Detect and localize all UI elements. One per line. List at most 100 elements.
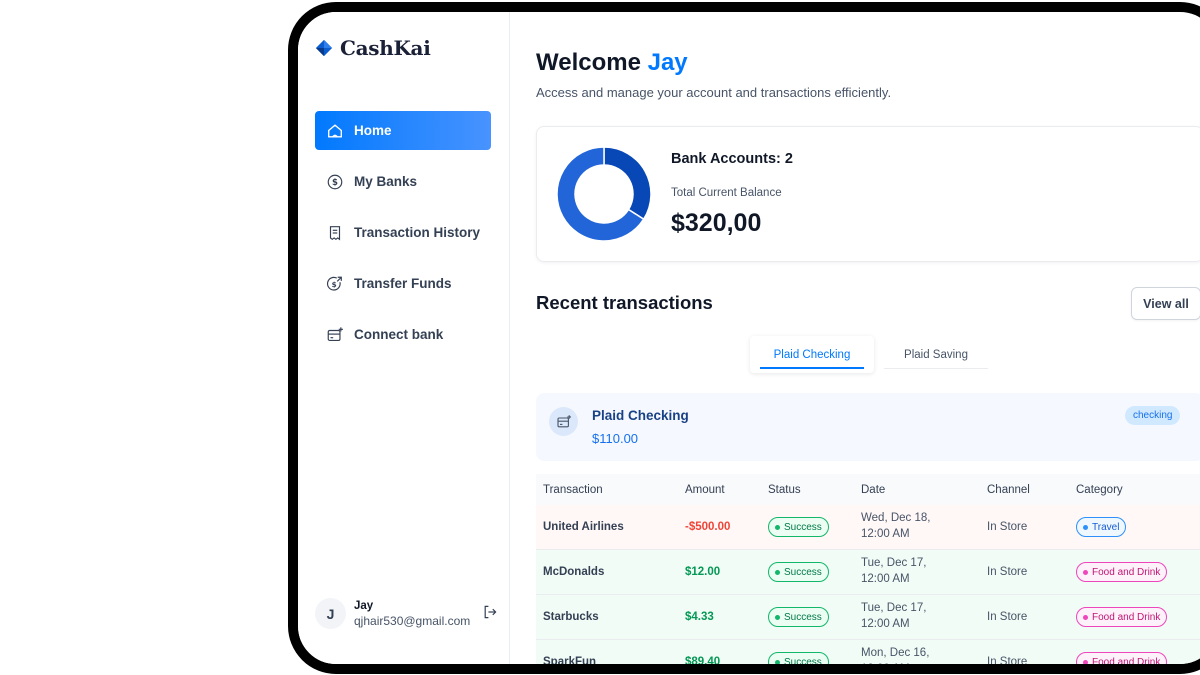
- transaction-date: Tue, Dec 17, 12:00 AM: [861, 601, 987, 632]
- bank-info-card[interactable]: Plaid Checking $110.00 checking: [536, 393, 1200, 461]
- sidebar-item-label: Transfer Funds: [354, 276, 452, 291]
- table-header: Transaction Amount Status Date Channel C…: [536, 474, 1200, 505]
- sidebar-item-home[interactable]: Home: [315, 111, 491, 150]
- page-title: Welcome Jay: [536, 49, 688, 77]
- main-content: Welcome Jay Access and manage your accou…: [510, 12, 1200, 664]
- bank-info-amount: $110.00: [592, 431, 639, 446]
- status-badge: Success: [768, 607, 829, 627]
- svg-text:$: $: [332, 178, 338, 188]
- table-row[interactable]: SparkFun $89.40 Success Mon, Dec 16, 12:0…: [536, 640, 1200, 668]
- balance-donut-chart: [557, 147, 651, 241]
- category-dot: [1083, 524, 1088, 530]
- transaction-channel: In Store: [987, 566, 1028, 578]
- sidebar-item-my-banks[interactable]: $ My Banks: [315, 162, 491, 201]
- bank-info-name: Plaid Checking: [592, 408, 689, 423]
- app-name: CashKai: [340, 36, 431, 60]
- transaction-amount: $12.00: [685, 566, 721, 578]
- transaction-amount: $4.33: [685, 611, 714, 623]
- user-profile[interactable]: J Jay qjhair530@gmail.com: [315, 598, 470, 629]
- status-text: Success: [784, 521, 822, 533]
- category-cell: Food and Drink: [1076, 607, 1200, 627]
- time-line: 12:00 AM: [861, 528, 910, 540]
- transaction-channel: In Store: [987, 521, 1028, 533]
- status-text: Success: [784, 656, 822, 668]
- sidebar-item-label: My Banks: [354, 174, 418, 189]
- table-row[interactable]: United Airlines -$500.00 Success Wed, De…: [536, 505, 1200, 550]
- category-text: Food and Drink: [1092, 611, 1161, 623]
- greeting-text: Welcome: [536, 49, 641, 76]
- transaction-channel: In Store: [987, 656, 1028, 668]
- tab-plaid-checking[interactable]: Plaid Checking: [750, 336, 874, 373]
- logo[interactable]: CashKai: [315, 36, 431, 60]
- column-header: Channel: [987, 483, 1030, 496]
- tab-plaid-saving[interactable]: Plaid Saving: [874, 336, 998, 373]
- view-all-button[interactable]: View all: [1131, 287, 1200, 320]
- sidebar-item-label: Connect bank: [354, 327, 444, 342]
- category-dot: [1083, 659, 1088, 664]
- category-badge: Food and Drink: [1076, 562, 1168, 582]
- category-badge: Food and Drink: [1076, 652, 1168, 668]
- status-dot: [775, 659, 780, 664]
- date-line: Tue, Dec 17,: [861, 602, 927, 615]
- status-text: Success: [784, 611, 822, 623]
- sidebar: CashKai Home $ My Banks Transaction Hist…: [298, 12, 510, 664]
- transaction-date: Mon, Dec 16, 12:00 AM: [861, 646, 987, 664]
- time-line: 12:00 AM: [861, 573, 910, 585]
- donut-segment: [603, 147, 651, 221]
- bank-tabs: Plaid Checking Plaid Saving: [750, 336, 998, 373]
- transactions-table: Transaction Amount Status Date Channel C…: [536, 474, 1200, 668]
- sidebar-item-connect-bank[interactable]: Connect bank: [315, 315, 491, 354]
- transaction-name: SparkFun: [543, 656, 597, 668]
- category-badge: Travel: [1076, 517, 1127, 537]
- transaction-name: McDonalds: [543, 566, 605, 578]
- status-dot: [775, 569, 780, 575]
- user-email: qjhair530@gmail.com: [354, 613, 471, 628]
- user-name: Jay: [354, 599, 374, 612]
- account-type-badge: checking: [1125, 406, 1181, 425]
- status-text: Success: [784, 566, 822, 578]
- svg-text:$: $: [332, 280, 337, 289]
- category-text: Food and Drink: [1092, 566, 1161, 578]
- recent-transactions-title: Recent transactions: [536, 292, 713, 313]
- sidebar-item-label: Transaction History: [354, 225, 481, 240]
- column-header: Amount: [685, 483, 725, 496]
- page-subtitle: Access and manage your account and trans…: [536, 85, 892, 100]
- sidebar-item-transfer-funds[interactable]: $ Transfer Funds: [315, 264, 491, 303]
- status-cell: Success: [768, 517, 861, 537]
- dollar-circle-icon: $: [326, 173, 344, 191]
- category-text: Food and Drink: [1092, 656, 1161, 668]
- total-balance-value: $320,00: [671, 209, 762, 237]
- table-row[interactable]: Starbucks $4.33 Success Tue, Dec 17, 12:0…: [536, 595, 1200, 640]
- category-cell: Food and Drink: [1076, 652, 1200, 668]
- column-header: Status: [768, 483, 801, 496]
- status-cell: Success: [768, 652, 861, 668]
- category-text: Travel: [1092, 521, 1120, 533]
- category-dot: [1083, 614, 1088, 620]
- money-send-icon: $: [326, 275, 344, 293]
- transaction-amount: $89.40: [685, 656, 721, 668]
- transaction-date: Tue, Dec 17, 12:00 AM: [861, 556, 987, 587]
- home-icon: [326, 122, 344, 140]
- receipt-icon: [326, 224, 344, 242]
- transaction-channel: In Store: [987, 611, 1028, 623]
- user-details: Jay qjhair530@gmail.com: [354, 600, 470, 628]
- column-header: Date: [861, 483, 886, 496]
- logout-icon[interactable]: [482, 604, 498, 620]
- status-cell: Success: [768, 607, 861, 627]
- sidebar-item-transaction-history[interactable]: Transaction History: [315, 213, 491, 252]
- time-line: 12:00 AM: [861, 618, 910, 630]
- transaction-name: United Airlines: [543, 521, 624, 533]
- category-cell: Food and Drink: [1076, 562, 1200, 582]
- status-cell: Success: [768, 562, 861, 582]
- status-badge: Success: [768, 562, 829, 582]
- column-header: Category: [1076, 483, 1123, 496]
- transaction-amount: -$500.00: [685, 521, 731, 533]
- table-row[interactable]: McDonalds $12.00 Success Tue, Dec 17, 12:…: [536, 550, 1200, 595]
- status-badge: Success: [768, 517, 829, 537]
- column-header: Transaction: [543, 483, 603, 496]
- transaction-name: Starbucks: [543, 611, 599, 623]
- device-frame: CashKai Home $ My Banks Transaction Hist…: [288, 2, 1200, 674]
- status-dot: [775, 524, 780, 530]
- total-balance-card: Bank Accounts: 2 Total Current Balance $…: [536, 126, 1200, 262]
- status-badge: Success: [768, 652, 829, 668]
